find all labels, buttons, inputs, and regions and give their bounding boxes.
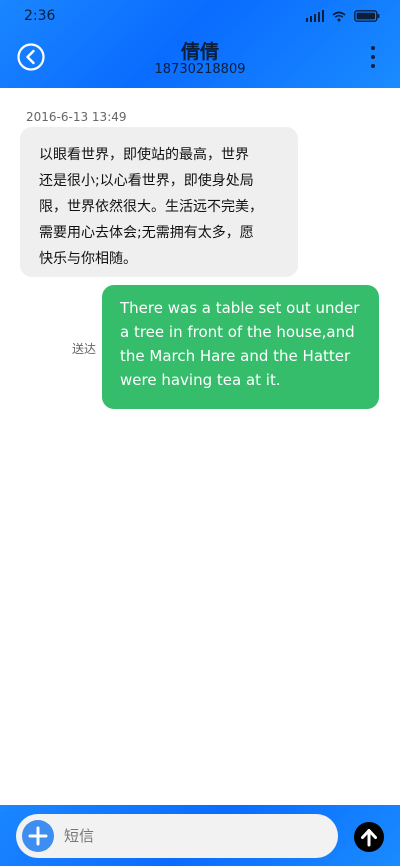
outgoing-message-bubble[interactable]: There was a table set out under a tree i… bbox=[102, 285, 379, 409]
message-input-container bbox=[16, 814, 338, 858]
arrow-up-circle-icon bbox=[354, 822, 384, 852]
app-header: 2:36 倩倩 18730218809 bbox=[0, 0, 400, 88]
wifi-icon bbox=[332, 11, 346, 22]
message-line: 快乐与你相随。 bbox=[39, 251, 137, 267]
add-attachment-button[interactable] bbox=[21, 819, 55, 853]
delivery-status: 送达 bbox=[72, 342, 97, 356]
composer-bar bbox=[0, 805, 400, 866]
message-line: were having tea at it. bbox=[120, 371, 281, 389]
send-button[interactable] bbox=[354, 822, 384, 852]
message-timestamp: 2016-6-13 13:49 bbox=[26, 110, 127, 124]
plus-circle-icon bbox=[22, 820, 54, 852]
message-line: There was a table set out under bbox=[120, 299, 360, 317]
status-icons bbox=[306, 10, 380, 22]
battery-icon bbox=[354, 10, 380, 22]
more-vertical-icon bbox=[371, 46, 375, 50]
message-line: 以眼看世界，即使站的最高，世界 bbox=[39, 147, 249, 163]
contact-number: 18730218809 bbox=[154, 62, 246, 77]
message-line: 需要用心去体会;无需拥有太多，愿 bbox=[39, 225, 254, 241]
message-line: 限，世界依然很大。生活远不完美， bbox=[39, 199, 263, 215]
signal-icon bbox=[306, 10, 324, 22]
message-line: 还是很小;以心看世界，即使身处局 bbox=[39, 173, 254, 189]
message-line: a tree in front of the house,and bbox=[120, 323, 355, 341]
more-options-button[interactable] bbox=[368, 45, 378, 69]
contact-name: 倩倩 bbox=[180, 41, 219, 63]
message-line: the March Hare and the Hatter bbox=[120, 347, 351, 365]
message-input[interactable] bbox=[64, 825, 324, 847]
incoming-message-bubble[interactable]: 以眼看世界，即使站的最高，世界 还是很小;以心看世界，即使身处局 限，世界依然很… bbox=[20, 127, 298, 277]
status-time: 2:36 bbox=[24, 8, 56, 24]
status-bar: 2:36 bbox=[0, 0, 400, 34]
